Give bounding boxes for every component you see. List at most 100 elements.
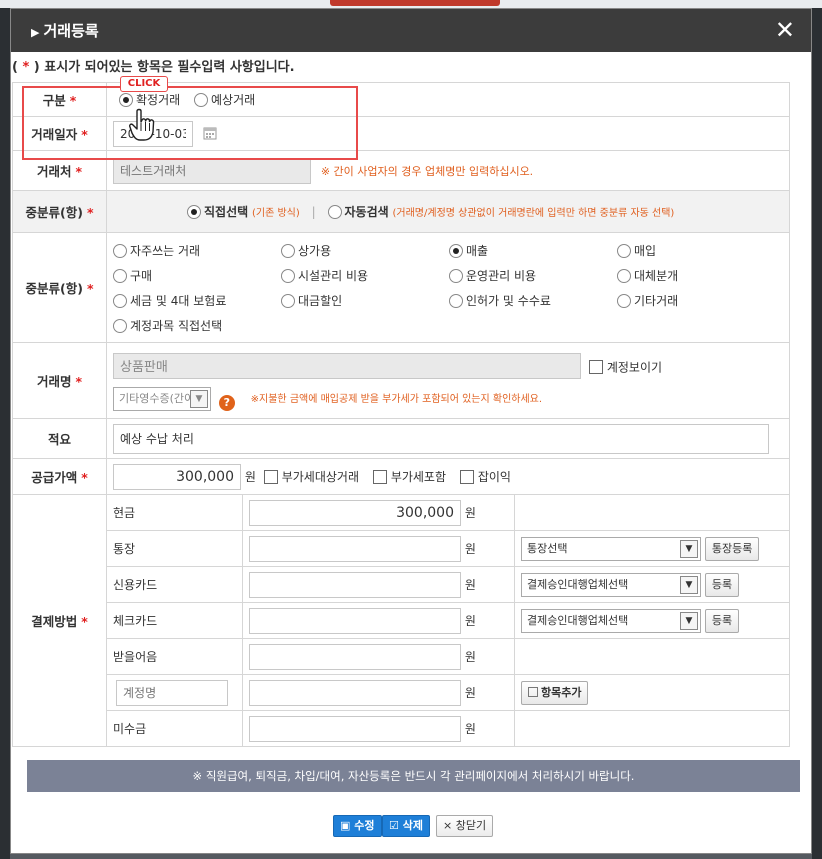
vat-included-checkbox[interactable] [372,469,387,484]
category-option-label[interactable]: 매입 [634,244,656,258]
category-option[interactable]: 계정과목 직접선택 [113,317,222,334]
modal-title-text: 거래등록 [43,22,99,40]
custom-amount-input[interactable] [249,679,461,706]
close-icon[interactable]: ✕ [775,16,795,44]
category-option[interactable]: 상가용 [281,242,331,259]
row-category-mode: 중분류(항) * 직접선택 (기존 방식) | 자동검색 (거래명/계정명 상관없… [12,190,790,233]
category-option[interactable]: 운영관리 비용 [449,267,536,284]
payment-label-cell: 미수금 [106,710,243,747]
category-option-label[interactable]: 상가용 [298,244,331,258]
txn-name-cell: 계정보이기 기타영수증(간이▼ ? ※지불한 금액에 매입공제 받을 부가세가 … [106,342,790,419]
category-radio[interactable] [281,268,295,283]
payment-row-unpaid: 미수금 원 [13,710,790,747]
category-radio[interactable] [617,243,631,258]
payment-extra-cell [514,638,790,675]
unpaid-amount-input[interactable] [249,715,461,742]
bank-amount-input[interactable] [249,535,461,562]
category-radio[interactable] [281,243,295,258]
category-radio[interactable] [449,268,463,283]
category-radio[interactable] [449,293,463,308]
bank-select[interactable]: 통장선택 ▼ [521,536,701,561]
label-payment: 결제방법 * [12,494,107,747]
category-radio[interactable] [113,243,127,258]
credit-card-amount-input[interactable] [249,571,461,598]
payment-amount-cell: 원 [242,602,515,639]
payment-label-cell: 통장 [106,530,243,567]
edit-button[interactable]: ▣ 수정 [333,815,382,837]
category-option[interactable]: 기타거래 [617,292,678,309]
category-option[interactable]: 자주쓰는 거래 [113,242,200,259]
category-option-label[interactable]: 시설관리 비용 [298,269,368,283]
row-txn-name: 거래명* 계정보이기 기타영수증(간이▼ ? ※지불한 금액에 매입공제 받을 … [12,342,790,419]
category-radio[interactable] [113,293,127,308]
category-option-label[interactable]: 인허가 및 수수료 [466,294,551,308]
category-option-label[interactable]: 계정과목 직접선택 [130,319,222,333]
partner-hint: ※ 간이 사업자의 경우 업체명만 입력하십시오. [320,164,534,178]
amount-cell: 원 부가세대상거래 부가세포함 잡이익 [106,458,790,495]
category-radio[interactable] [281,293,295,308]
category-radio[interactable] [617,268,631,283]
partner-input[interactable] [113,157,311,184]
category-radio[interactable] [617,293,631,308]
cash-amount-input[interactable] [249,499,461,526]
category-option[interactable]: 매출 [449,242,488,259]
radio-auto-search[interactable] [327,205,342,219]
show-account-checkbox[interactable] [588,360,603,374]
add-item-button[interactable]: 항목추가 [521,680,589,705]
register-credit-card-button[interactable]: 등록 [704,572,740,597]
payment-row-credit-card: 신용카드 원 결제승인대행업체선택 ▼ 등록 [13,566,790,603]
modal-title: ▶ 거래등록 [31,20,99,41]
direct-select-label[interactable]: 직접선택 [204,205,248,219]
transaction-form: 구분* 확정거래 예상거래 거래일자* 거래처* ※ 간이 사업자의 경우 업체… [12,82,790,747]
category-option[interactable]: 매입 [617,242,656,259]
category-option-label[interactable]: 세금 및 4대 보험료 [130,294,226,308]
misc-income-label[interactable]: 잡이익 [478,470,511,484]
click-highlight-box [22,86,358,160]
receivable-note-amount-input[interactable] [249,643,461,670]
show-account-label[interactable]: 계정보이기 [607,360,662,374]
check-card-amount-input[interactable] [249,607,461,634]
category-option-label[interactable]: 대체분개 [634,269,678,283]
required-notice: ( * ) 표시가 되어있는 항목은 필수입력 사항입니다. [12,56,295,75]
category-option[interactable]: 구매 [113,267,152,284]
payment-label-credit-card: 신용카드 [113,578,158,592]
category-option-label[interactable]: 기타거래 [634,294,678,308]
register-bank-button[interactable]: 통장등록 [704,536,760,561]
vat-target-checkbox[interactable] [263,469,278,484]
amount-input[interactable] [113,463,241,490]
account-name-input[interactable] [116,679,228,706]
payment-row-receivable-note: 받을어음 원 [13,638,790,675]
register-check-card-button[interactable]: 등록 [704,608,740,633]
payment-label-cell [106,674,243,711]
check-card-processor-select[interactable]: 결제승인대행업체선택 ▼ [521,608,701,633]
tax-type-select[interactable]: 기타영수증(간이 ▼ [113,386,211,411]
category-option[interactable]: 대체분개 [617,267,678,284]
txn-name-input[interactable] [113,352,581,379]
question-icon[interactable]: ? [218,394,235,411]
category-radio[interactable] [113,318,127,333]
close-window-button[interactable]: × 창닫기 [436,815,494,837]
amount-unit: 원 [244,469,256,484]
credit-card-processor-select[interactable]: 결제승인대행업체선택 ▼ [521,572,701,597]
category-option[interactable]: 인허가 및 수수료 [449,292,551,309]
category-radio[interactable] [113,268,127,283]
category-radio[interactable] [449,243,463,258]
category-option[interactable]: 세금 및 4대 보험료 [113,292,226,309]
auto-search-label[interactable]: 자동검색 [345,205,389,219]
category-option[interactable]: 대금할인 [281,292,342,309]
category-option-label[interactable]: 매출 [466,244,488,258]
category-options-cell: 자주쓰는 거래 상가용 매출 매입구매 시설관리 비용 운영관리 비용 대체분개세금 및 4… [106,232,790,343]
category-option-label[interactable]: 자주쓰는 거래 [130,244,200,258]
category-option-label[interactable]: 구매 [130,269,152,283]
category-option-label[interactable]: 운영관리 비용 [466,269,536,283]
vat-target-label[interactable]: 부가세대상거래 [282,470,359,484]
payment-label-cash: 현금 [113,506,136,520]
vat-included-label[interactable]: 부가세포함 [391,470,446,484]
category-option-label[interactable]: 대금할인 [298,294,342,308]
radio-direct-select[interactable] [187,205,201,219]
payment-row-custom: 원 항목추가 [13,674,790,711]
category-option[interactable]: 시설관리 비용 [281,267,368,284]
memo-input[interactable] [113,423,769,454]
misc-income-checkbox[interactable] [459,469,474,484]
delete-button[interactable]: ☑ 삭제 [382,815,430,837]
